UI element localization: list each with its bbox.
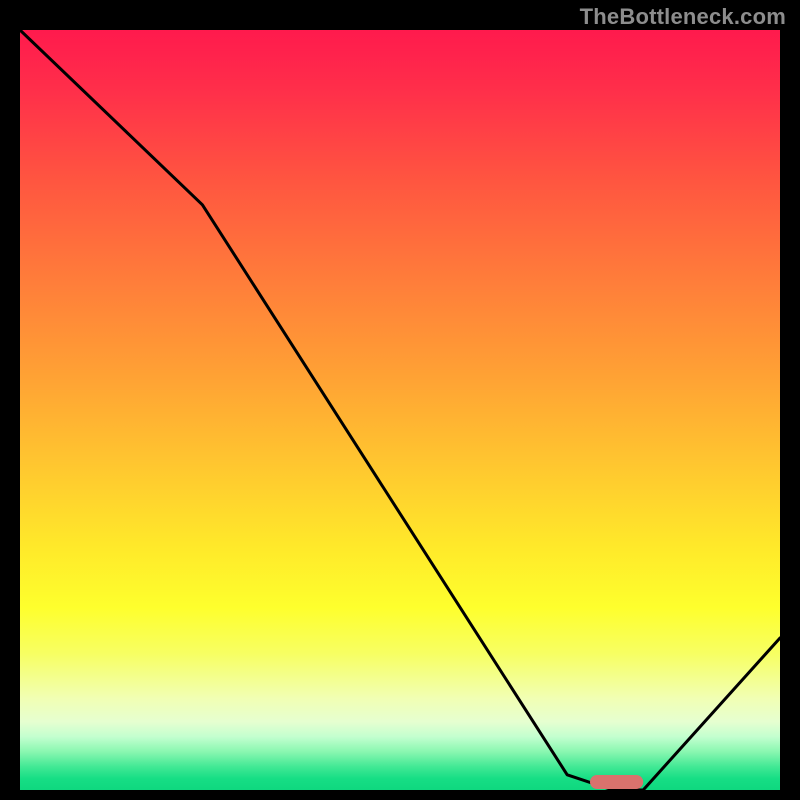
optimal-marker xyxy=(590,775,643,789)
chart-svg xyxy=(20,30,780,790)
chart-frame: TheBottleneck.com xyxy=(0,0,800,800)
plot-area xyxy=(20,30,780,790)
watermark-text: TheBottleneck.com xyxy=(580,4,786,30)
bottleneck-curve-line xyxy=(20,30,780,790)
